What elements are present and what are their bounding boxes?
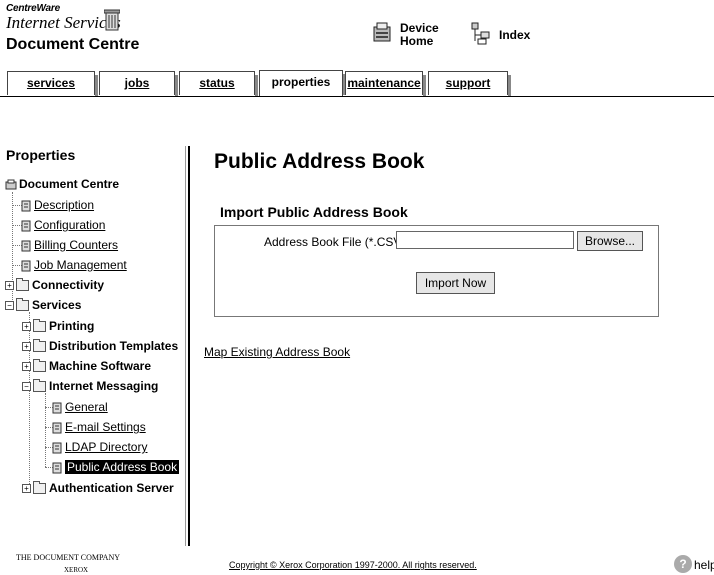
index-link[interactable]: Index xyxy=(499,29,530,42)
folder-icon xyxy=(16,298,29,312)
device-home-label-2: Home xyxy=(400,34,434,48)
help-icon[interactable]: ? xyxy=(674,555,692,573)
tab-support-label[interactable]: support xyxy=(446,76,491,90)
sidebar-item-internet-messaging[interactable]: − Internet Messaging xyxy=(22,379,158,393)
panel-divider-shadow xyxy=(185,146,186,546)
section-title: Import Public Address Book xyxy=(220,204,408,220)
sidebar-item-connectivity[interactable]: + Connectivity xyxy=(5,278,104,292)
sidebar-item-label: Internet Messaging xyxy=(49,379,159,393)
sidebar-item-label: Machine Software xyxy=(49,359,152,373)
folder-icon xyxy=(33,319,46,333)
printer-icon xyxy=(5,179,17,190)
expand-icon[interactable]: + xyxy=(5,281,14,291)
sidebar-item-general[interactable]: General xyxy=(51,400,108,414)
tab-maintenance[interactable]: maintenance xyxy=(345,71,426,96)
sidebar-item-ldap-directory[interactable]: LDAP Directory xyxy=(51,440,147,454)
tab-status[interactable]: status xyxy=(179,71,258,96)
sidebar-title: Properties xyxy=(6,147,76,163)
tab-properties[interactable]: properties xyxy=(259,70,346,97)
copyright-link[interactable]: Copyright © Xerox Corporation 1997-2000.… xyxy=(229,560,477,570)
import-now-button[interactable]: Import Now xyxy=(416,272,495,294)
sidebar-item-label: Public Address Book xyxy=(65,460,180,474)
map-existing-address-book-link[interactable]: Map Existing Address Book xyxy=(204,345,350,359)
sidebar-item-printing[interactable]: + Printing xyxy=(22,319,94,333)
file-field-label: Address Book File (*.CSV): xyxy=(264,235,409,249)
tree-root[interactable]: Document Centre xyxy=(5,177,119,191)
tree-line xyxy=(45,393,46,467)
folder-icon xyxy=(33,481,46,495)
folder-icon xyxy=(33,379,46,393)
sidebar-item-distribution-templates[interactable]: + Distribution Templates xyxy=(22,339,178,353)
document-icon xyxy=(21,200,31,212)
document-icon xyxy=(21,220,31,232)
document-icon xyxy=(21,260,31,272)
expand-icon[interactable]: + xyxy=(22,484,31,494)
device-home-link[interactable]: Device Home xyxy=(400,22,439,48)
collapse-icon[interactable]: − xyxy=(22,382,31,392)
sidebar-item-label: Connectivity xyxy=(32,278,105,292)
document-icon xyxy=(21,240,31,252)
tab-status-label[interactable]: status xyxy=(199,76,234,90)
document-icon xyxy=(52,422,62,434)
page-title: Public Address Book xyxy=(214,150,425,173)
tab-services[interactable]: services xyxy=(7,71,98,96)
address-book-file-input[interactable] xyxy=(396,231,574,249)
expand-icon[interactable]: + xyxy=(22,342,31,352)
document-icon xyxy=(52,402,62,414)
sidebar-item-configuration[interactable]: Configuration xyxy=(20,218,105,232)
help-link[interactable]: help xyxy=(694,558,714,572)
collapse-icon[interactable]: − xyxy=(5,301,14,311)
sidebar-item-label: Printing xyxy=(49,319,95,333)
sidebar-item-services[interactable]: − Services xyxy=(5,298,81,312)
sidebar-item-label[interactable]: Billing Counters xyxy=(34,238,118,252)
expand-icon[interactable]: + xyxy=(22,322,31,332)
document-icon xyxy=(52,462,62,474)
document-icon xyxy=(52,442,62,454)
sidebar-item-job-management[interactable]: Job Management xyxy=(20,258,127,272)
sidebar-item-machine-software[interactable]: + Machine Software xyxy=(22,359,151,373)
sidebar-item-billing-counters[interactable]: Billing Counters xyxy=(20,238,118,252)
sidebar-item-email-settings[interactable]: E-mail Settings xyxy=(51,420,146,434)
tab-support[interactable]: support xyxy=(428,71,511,96)
folder-icon xyxy=(16,278,29,292)
site-title: Document Centre xyxy=(6,36,140,53)
trash-bin-icon xyxy=(103,8,121,32)
sidebar-item-label[interactable]: Job Management xyxy=(34,258,127,272)
panel-divider xyxy=(188,146,190,546)
folder-icon xyxy=(33,339,46,353)
sidebar-item-public-address-book[interactable]: Public Address Book xyxy=(51,460,180,474)
company-logo-text: XEROX xyxy=(64,566,89,574)
printer-home-icon[interactable] xyxy=(372,21,394,45)
tab-jobs-label[interactable]: jobs xyxy=(125,76,150,90)
tab-maintenance-label[interactable]: maintenance xyxy=(347,76,420,90)
company-tagline: THE DOCUMENT COMPANY xyxy=(16,553,121,562)
tab-services-label[interactable]: services xyxy=(27,76,75,90)
tab-jobs[interactable]: jobs xyxy=(99,71,178,96)
sidebar-item-label: Authentication Server xyxy=(49,481,174,495)
sidebar-item-label[interactable]: Description xyxy=(34,198,94,212)
index-tree-icon[interactable] xyxy=(470,21,492,45)
sidebar-item-label: Services xyxy=(32,298,82,312)
tree-root-label: Document Centre xyxy=(19,177,120,191)
browse-button[interactable]: Browse... xyxy=(577,231,643,251)
tab-baseline xyxy=(0,96,714,97)
sidebar-item-description[interactable]: Description xyxy=(20,198,94,212)
sidebar-item-label: Distribution Templates xyxy=(49,339,179,353)
sidebar-item-label[interactable]: E-mail Settings xyxy=(65,420,146,434)
sidebar-item-label[interactable]: General xyxy=(65,400,108,414)
folder-icon xyxy=(33,359,46,373)
sidebar-item-label[interactable]: Configuration xyxy=(34,218,105,232)
tab-properties-label: properties xyxy=(271,75,331,89)
expand-icon[interactable]: + xyxy=(22,362,31,372)
sidebar-item-label[interactable]: LDAP Directory xyxy=(65,440,147,454)
sidebar-item-authentication-server[interactable]: + Authentication Server xyxy=(22,481,174,495)
